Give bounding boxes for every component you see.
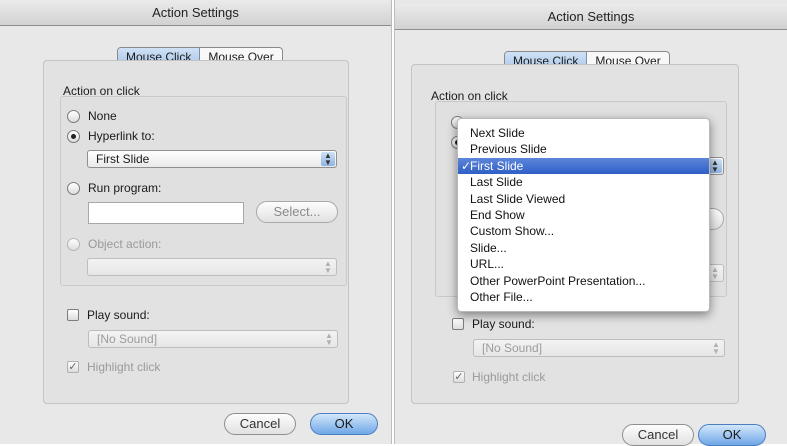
checkmark-icon: ✓ xyxy=(68,361,78,373)
menu-item-label: First Slide xyxy=(470,158,524,173)
action-settings-dialog-left: Action Settings Mouse Click Mouse Over A… xyxy=(0,0,392,444)
menu-item-label: Other File... xyxy=(470,289,533,304)
menu-item[interactable]: Slide... xyxy=(458,240,709,256)
menu-item[interactable]: Last Slide Viewed xyxy=(458,191,709,207)
checkmark-icon: ✓ xyxy=(461,158,472,173)
menu-item-label: Custom Show... xyxy=(470,224,555,239)
menu-item[interactable]: Custom Show... xyxy=(458,223,709,239)
hyperlink-popup-value: First Slide xyxy=(96,152,150,166)
cancel-button[interactable]: Cancel xyxy=(622,424,694,446)
run-program-radio[interactable] xyxy=(67,182,80,195)
sound-popup-value: [No Sound] xyxy=(482,341,543,355)
menu-item-label: URL... xyxy=(470,257,505,272)
cancel-button[interactable]: Cancel xyxy=(224,413,296,435)
menu-item-label: Other PowerPoint Presentation... xyxy=(470,273,646,288)
ok-button[interactable]: OK xyxy=(698,424,766,446)
hyperlink-dropdown-menu: Next Slide Previous Slide ✓ First Slide Last… xyxy=(457,118,710,312)
menu-item-label: Previous Slide xyxy=(470,142,547,157)
up-down-arrows-icon: ▲ ▼ xyxy=(712,340,720,356)
sound-popup[interactable]: [No Sound] ▲ ▼ xyxy=(88,330,338,348)
sound-popup-value: [No Sound] xyxy=(97,332,158,346)
menu-item[interactable]: Other PowerPoint Presentation... xyxy=(458,273,709,289)
run-program-label: Run program: xyxy=(88,181,162,195)
up-down-arrows-icon: ▲ ▼ xyxy=(324,259,332,275)
object-action-radio[interactable] xyxy=(67,238,80,251)
menu-item[interactable]: ✓ First Slide xyxy=(458,157,709,175)
up-down-arrows-icon: ▲ ▼ xyxy=(325,331,333,347)
up-down-arrows-icon: ▲ ▼ xyxy=(321,152,335,167)
menu-item[interactable]: URL... xyxy=(458,256,709,272)
checkmark-icon: ✓ xyxy=(454,371,464,383)
play-sound-checkbox[interactable] xyxy=(67,309,79,321)
up-down-arrows-icon: ▲ ▼ xyxy=(708,159,722,174)
menu-item[interactable]: Next Slide xyxy=(458,125,709,141)
menu-item-label: Last Slide Viewed xyxy=(470,191,566,206)
play-sound-label: Play sound: xyxy=(472,317,535,331)
program-path-field[interactable] xyxy=(88,202,244,224)
window-title: Action Settings xyxy=(395,4,787,30)
hyperlink-popup[interactable]: First Slide ▲ ▼ xyxy=(87,150,337,168)
menu-item-label: End Show xyxy=(470,207,525,222)
highlight-click-label: Highlight click xyxy=(472,370,546,384)
menu-item[interactable]: Previous Slide xyxy=(458,141,709,157)
menu-item-label: Last Slide xyxy=(470,175,523,190)
menu-item[interactable]: End Show xyxy=(458,207,709,223)
up-down-arrows-icon: ▲ ▼ xyxy=(711,265,719,281)
hyperlink-popup-edge[interactable]: ▲ ▼ xyxy=(708,157,724,175)
menu-item-label: Slide... xyxy=(470,240,507,255)
hyperlink-radio[interactable] xyxy=(67,130,80,143)
sound-popup[interactable]: [No Sound] ▲ ▼ xyxy=(473,339,725,357)
hyperlink-label: Hyperlink to: xyxy=(88,129,155,143)
none-radio[interactable] xyxy=(67,110,80,123)
play-sound-label: Play sound: xyxy=(87,308,150,322)
highlight-click-checkbox[interactable]: ✓ xyxy=(67,361,79,373)
none-label: None xyxy=(88,109,117,123)
select-button[interactable]: Select... xyxy=(256,201,338,223)
menu-item-label: Next Slide xyxy=(470,126,525,140)
highlight-click-label: Highlight click xyxy=(87,360,161,374)
ok-button[interactable]: OK xyxy=(310,413,378,435)
highlight-click-checkbox[interactable]: ✓ xyxy=(453,371,465,383)
object-action-label: Object action: xyxy=(88,237,162,251)
object-action-popup[interactable]: ▲ ▼ xyxy=(87,258,337,276)
menu-item[interactable]: Last Slide xyxy=(458,174,709,190)
play-sound-checkbox[interactable] xyxy=(452,318,464,330)
window-title: Action Settings xyxy=(0,0,391,26)
object-action-popup-edge[interactable]: ▲ ▼ xyxy=(710,264,724,282)
menu-item[interactable]: Other File... xyxy=(458,289,709,305)
